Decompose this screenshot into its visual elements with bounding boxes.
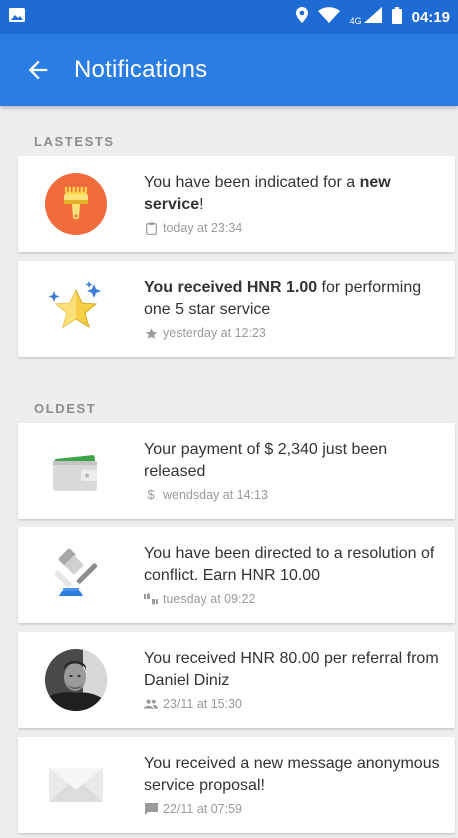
battery-icon xyxy=(391,6,402,28)
notification-item[interactable]: You have been indicated for a new servic… xyxy=(18,156,455,252)
notification-time: yesterday at 12:23 xyxy=(163,326,266,340)
notification-text: You received a new message anonymous ser… xyxy=(144,753,444,817)
clipboard-icon xyxy=(144,221,158,235)
notification-item[interactable]: Your payment of $ 2,340 just been releas… xyxy=(18,423,455,519)
notification-message: Your payment of $ 2,340 just been releas… xyxy=(144,441,388,480)
chat-icon xyxy=(144,802,158,816)
thumbs-icon xyxy=(144,592,158,606)
status-bar: 4G 04:19 xyxy=(0,0,458,34)
notification-message: You received HNR 80.00 per referral from… xyxy=(144,650,439,689)
notifications-list: LASTESTS You have been indicated for a n… xyxy=(0,106,458,838)
notification-meta: 22/11 at 07:59 xyxy=(144,801,444,817)
gavel-icon xyxy=(45,544,107,606)
app-bar: Notifications xyxy=(0,34,458,106)
star-icon xyxy=(45,278,107,340)
dollar-icon: $ xyxy=(147,487,155,502)
page-title: Notifications xyxy=(74,56,208,83)
paint-brush-icon xyxy=(45,173,107,235)
notification-time: today at 23:34 xyxy=(163,221,243,235)
notification-message: You have been directed to a resolution o… xyxy=(144,545,435,584)
notification-time: 22/11 at 07:59 xyxy=(163,802,243,816)
people-icon xyxy=(144,697,158,711)
notification-text: You received HNR 80.00 per referral from… xyxy=(144,648,444,712)
notification-item[interactable]: You have been directed to a resolution o… xyxy=(18,527,455,623)
signal-icon xyxy=(363,7,382,27)
notification-text: You received HNR 1.00 for performing one… xyxy=(144,277,444,341)
notification-item[interactable]: You received a new message anonymous ser… xyxy=(18,737,455,833)
notification-item[interactable]: You received HNR 80.00 per referral from… xyxy=(18,632,455,728)
notification-meta: $ wendsday at 14:13 xyxy=(144,487,444,503)
notification-meta: today at 23:34 xyxy=(144,220,444,236)
notification-time: 23/11 at 15:30 xyxy=(163,697,243,711)
back-button[interactable] xyxy=(22,54,54,86)
notification-message-end: ! xyxy=(199,196,204,213)
envelope-icon xyxy=(45,754,107,816)
notification-text: You have been indicated for a new servic… xyxy=(144,172,444,236)
wallet-icon xyxy=(45,440,107,502)
arrow-back-icon xyxy=(28,60,48,80)
notification-message: You have been indicated for a xyxy=(144,174,360,191)
notification-meta: 23/11 at 15:30 xyxy=(144,696,444,712)
star-small-icon xyxy=(144,326,158,340)
notification-meta: yesterday at 12:23 xyxy=(144,325,444,341)
notification-meta: tuesday at 09:22 xyxy=(144,591,444,607)
notification-time: tuesday at 09:22 xyxy=(163,592,256,606)
avatar xyxy=(45,649,107,711)
section-header-latests: LASTESTS xyxy=(34,134,115,149)
section-header-oldest: OLDEST xyxy=(34,401,97,416)
notification-item[interactable]: You received HNR 1.00 for performing one… xyxy=(18,261,455,357)
notification-time: wendsday at 14:13 xyxy=(163,488,268,502)
clock: 04:19 xyxy=(411,8,450,26)
network-type: 4G xyxy=(349,15,362,26)
notification-text: You have been directed to a resolution o… xyxy=(144,543,444,607)
notification-message: You received a new message anonymous ser… xyxy=(144,755,440,794)
notification-text: Your payment of $ 2,340 just been releas… xyxy=(144,439,444,503)
wifi-icon xyxy=(317,7,340,27)
image-icon xyxy=(8,7,26,28)
location-icon xyxy=(295,7,308,27)
notification-highlight: You received HNR 1.00 xyxy=(144,279,318,296)
